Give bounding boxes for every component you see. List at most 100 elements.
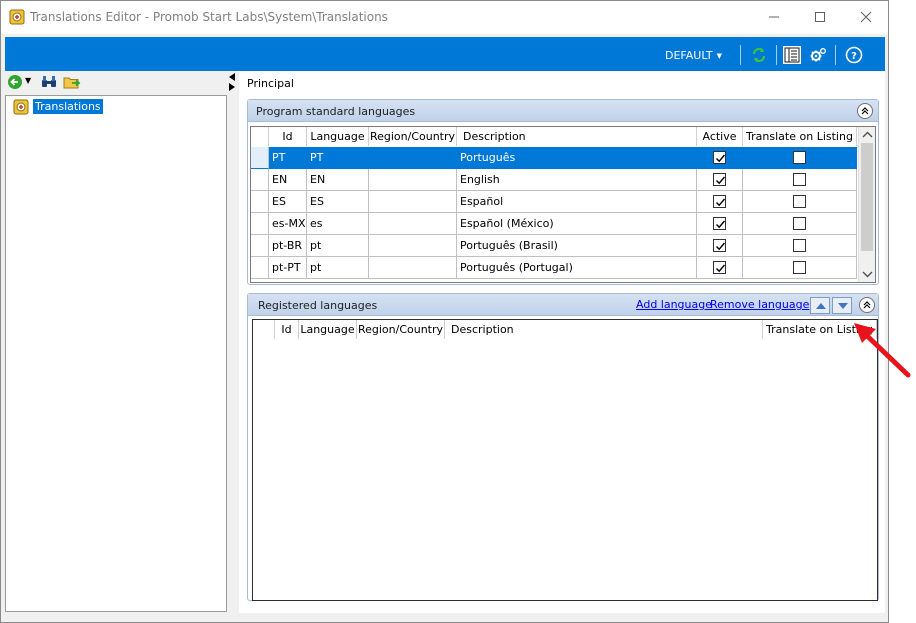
- row-header-cell[interactable]: [251, 257, 269, 279]
- add-language-link[interactable]: Add language: [636, 298, 712, 311]
- profile-dropdown[interactable]: DEFAULT ▼: [665, 49, 722, 62]
- active-checkbox[interactable]: [713, 261, 726, 274]
- table-cell-translate: [743, 235, 857, 257]
- column-header[interactable]: Active: [697, 127, 743, 146]
- standard-languages-header: Program standard languages: [248, 100, 878, 122]
- registered-languages-header: Registered languages Add language Remove…: [248, 294, 878, 316]
- active-checkbox[interactable]: [713, 151, 726, 164]
- maximize-button[interactable]: [797, 1, 843, 34]
- table-cell-active: [697, 213, 743, 235]
- minimize-icon: [769, 16, 779, 18]
- table-cell-description[interactable]: Português (Portugal): [457, 257, 697, 279]
- back-dropdown-button[interactable]: ▼: [25, 76, 31, 85]
- active-checkbox[interactable]: [713, 217, 726, 230]
- close-button[interactable]: [843, 1, 888, 34]
- tab-principal[interactable]: Principal: [247, 77, 294, 90]
- column-header[interactable]: Language: [299, 320, 357, 339]
- active-checkbox[interactable]: [713, 195, 726, 208]
- translate-checkbox[interactable]: [793, 217, 806, 230]
- table-cell-active: [697, 235, 743, 257]
- table-cell-language[interactable]: pt: [307, 257, 369, 279]
- checkmark-icon: [716, 242, 726, 251]
- vertical-scrollbar[interactable]: [858, 127, 875, 282]
- table-cell-id[interactable]: PT: [269, 147, 307, 169]
- table-cell-active: [697, 257, 743, 279]
- scroll-down-icon: [862, 271, 873, 278]
- column-header[interactable]: Language: [307, 127, 369, 146]
- column-header[interactable]: Region/Country: [369, 127, 457, 146]
- row-header-cell[interactable]: [251, 213, 269, 235]
- row-header-cell[interactable]: [251, 169, 269, 191]
- collapse-standard-button[interactable]: [857, 103, 873, 119]
- table-cell-description[interactable]: Español (México): [457, 213, 697, 235]
- table-cell-language[interactable]: es: [307, 213, 369, 235]
- move-up-button[interactable]: [810, 297, 830, 314]
- registered-languages-grid[interactable]: Id Language Region/Country Description Trans…: [252, 319, 878, 601]
- table-cell-language[interactable]: pt: [307, 235, 369, 257]
- toolbar-separator: [740, 45, 741, 65]
- settings-button[interactable]: [809, 46, 827, 64]
- translate-checkbox[interactable]: [793, 195, 806, 208]
- translate-checkbox[interactable]: [793, 239, 806, 252]
- back-button[interactable]: [7, 74, 23, 93]
- maximize-icon: [815, 12, 825, 22]
- scrollbar-thumb[interactable]: [861, 143, 873, 251]
- table-cell-description[interactable]: English: [457, 169, 697, 191]
- row-header-cell[interactable]: [251, 235, 269, 257]
- help-button[interactable]: ?: [845, 46, 863, 64]
- standard-languages-grid[interactable]: Id Language Region/Country Description Activ…: [250, 126, 876, 283]
- translate-checkbox[interactable]: [793, 261, 806, 274]
- tree-node-label: Translations: [33, 99, 103, 114]
- table-cell-translate: [743, 191, 857, 213]
- collapse-registered-button[interactable]: [859, 297, 875, 313]
- table-cell-region[interactable]: [369, 235, 457, 257]
- column-header[interactable]: Description: [445, 320, 763, 339]
- translate-checkbox[interactable]: [793, 151, 806, 164]
- table-cell-language[interactable]: ES: [307, 191, 369, 213]
- column-header[interactable]: Id: [275, 320, 299, 339]
- table-cell-region[interactable]: [369, 213, 457, 235]
- table-cell-region[interactable]: [369, 169, 457, 191]
- table-cell-description[interactable]: Español: [457, 191, 697, 213]
- table-cell-id[interactable]: EN: [269, 169, 307, 191]
- column-header[interactable]: Description: [457, 127, 697, 146]
- layout-view-button[interactable]: [783, 46, 801, 64]
- table-cell-language[interactable]: PT: [307, 147, 369, 169]
- registered-languages-group: Registered languages Add language Remove…: [247, 293, 879, 601]
- splitter-arrows-icon: [229, 73, 235, 91]
- main-toolbar: DEFAULT ▼ ?: [5, 37, 885, 71]
- active-checkbox[interactable]: [713, 239, 726, 252]
- table-cell-region[interactable]: [369, 191, 457, 213]
- active-checkbox[interactable]: [713, 173, 726, 186]
- window-title: Translations Editor - Promob Start Labs\…: [30, 10, 388, 24]
- column-header[interactable]: Translate on Listing: [743, 127, 857, 146]
- panel-splitter[interactable]: [227, 71, 237, 93]
- move-down-button[interactable]: [832, 297, 852, 314]
- table-cell-id[interactable]: pt-PT: [269, 257, 307, 279]
- table-cell-region[interactable]: [369, 147, 457, 169]
- checkmark-icon: [716, 198, 726, 207]
- column-header[interactable]: Region/Country: [357, 320, 445, 339]
- row-header-cell[interactable]: [251, 147, 269, 169]
- refresh-button[interactable]: [750, 46, 768, 64]
- table-cell-region[interactable]: [369, 257, 457, 279]
- title-bar[interactable]: Translations Editor - Promob Start Labs\…: [1, 1, 888, 34]
- row-header-cell[interactable]: [251, 191, 269, 213]
- translations-tree[interactable]: Translations: [5, 95, 227, 612]
- table-cell-id[interactable]: ES: [269, 191, 307, 213]
- table-cell-description[interactable]: Português (Brasil): [457, 235, 697, 257]
- table-cell-description[interactable]: Português: [457, 147, 697, 169]
- table-cell-id[interactable]: es-MX: [269, 213, 307, 235]
- back-arrow-icon: [8, 75, 22, 89]
- remove-language-link[interactable]: Remove language: [710, 298, 809, 311]
- open-folder-button[interactable]: [63, 74, 81, 93]
- table-cell-id[interactable]: pt-BR: [269, 235, 307, 257]
- minimize-button[interactable]: [751, 1, 797, 34]
- app-icon: [9, 9, 25, 28]
- column-header[interactable]: Id: [269, 127, 307, 146]
- table-cell-language[interactable]: EN: [307, 169, 369, 191]
- row-header-cell: [251, 127, 269, 146]
- find-button[interactable]: [41, 74, 57, 93]
- caret-down-icon: ▼: [716, 52, 723, 60]
- translate-checkbox[interactable]: [793, 173, 806, 186]
